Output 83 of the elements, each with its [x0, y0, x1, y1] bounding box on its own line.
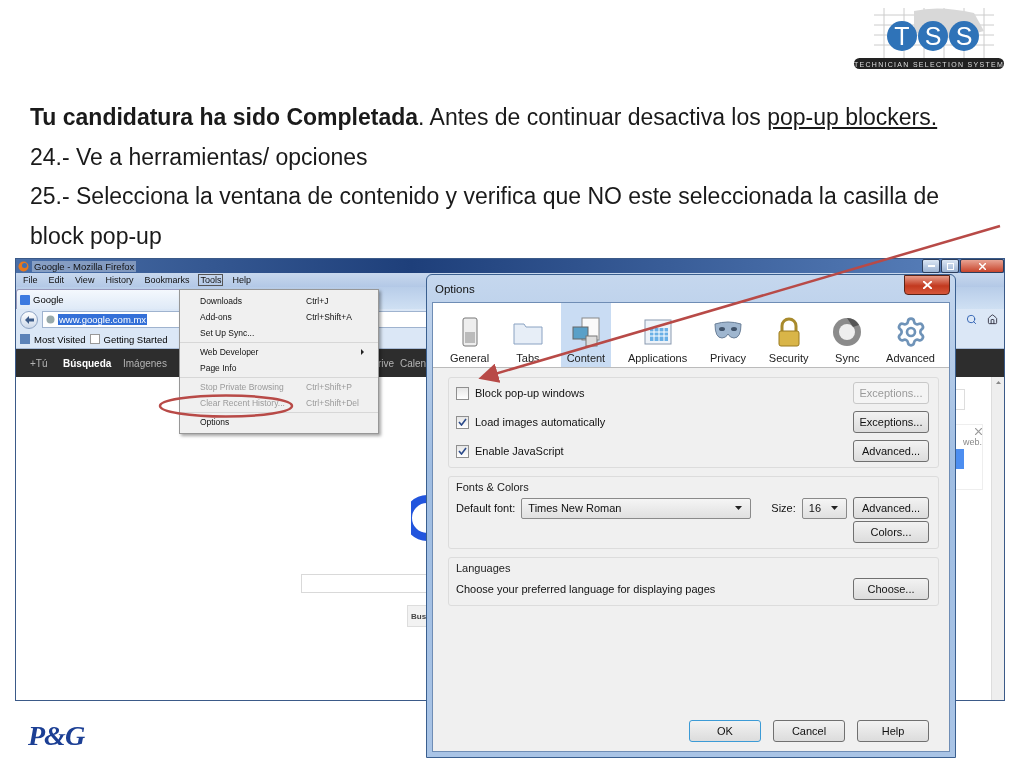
home-icon[interactable]: [987, 314, 998, 325]
maximize-icon: [946, 262, 954, 270]
preferences-tab[interactable]: Content: [560, 303, 612, 367]
dialog-button[interactable]: OK: [689, 720, 761, 742]
menu-entry[interactable]: Page Info: [180, 360, 378, 376]
preferences-tab[interactable]: Security: [762, 303, 815, 367]
checkbox-label: Block pop-up windows: [475, 387, 585, 399]
checkbox-label: Load images automatically: [475, 416, 606, 428]
bookmark-item[interactable]: Most Visited: [34, 333, 86, 345]
dialog-button[interactable]: Help: [857, 720, 929, 742]
caret-icon: [830, 506, 838, 510]
field-label: Default font:: [456, 502, 516, 514]
pictures-icon: [569, 316, 602, 348]
checkbox[interactable]: [456, 444, 469, 458]
preferences-tab[interactable]: General: [444, 303, 496, 367]
page-icon: [89, 334, 100, 344]
google-bar-link[interactable]: Calen: [400, 357, 427, 369]
close-icon: [978, 262, 986, 270]
dialog-title: Options: [434, 282, 475, 295]
company-logo: P&G: [28, 720, 85, 752]
back-button[interactable]: [20, 310, 38, 329]
close-button[interactable]: [960, 259, 1004, 273]
step-text: 24.- Ve a herramientas/ opciones: [30, 142, 369, 172]
google-bar-link[interactable]: Búsqueda: [63, 357, 112, 369]
minimize-icon: [927, 264, 935, 268]
app-icon: [18, 260, 29, 272]
preferences-tab[interactable]: Privacy: [704, 303, 753, 367]
check-icon: [458, 447, 467, 455]
search-button[interactable]: Bus: [407, 605, 427, 627]
size-dropdown[interactable]: 16: [801, 497, 847, 519]
back-arrow-icon: [24, 315, 34, 324]
close-button[interactable]: [904, 274, 950, 295]
preferences-tab[interactable]: Advanced: [880, 303, 941, 367]
sync-icon: [831, 316, 864, 348]
exceptions-button[interactable]: Advanced...: [853, 440, 929, 462]
menu-item[interactable]: Tools: [198, 274, 224, 286]
window-title: Google - Mozilla Firefox: [32, 260, 137, 272]
menu-entry[interactable]: Options: [180, 414, 378, 430]
notice-text: web.: [963, 437, 982, 447]
instruction-text: Tu candidatura ha sido Completada. Antes de continuar desactiva los pop-up blockers.: [30, 103, 939, 132]
menu-entry[interactable]: Add-ons Ctrl+Shift+A: [180, 309, 378, 325]
google-bar-link[interactable]: rive: [378, 357, 395, 369]
close-icon[interactable]: [975, 428, 982, 435]
bookmark-folder-icon: [20, 334, 30, 344]
scroll-up-icon: [995, 381, 1001, 384]
favicon-icon: [20, 294, 30, 305]
colors-button[interactable]: Colors...: [853, 521, 929, 543]
field-label: Size:: [771, 502, 796, 514]
close-icon: [922, 280, 932, 289]
exceptions-button[interactable]: Exceptions...: [853, 411, 929, 433]
step-text: 25.- Selecciona la ventana de contenido y verifica que NO este seleccionada la casilla de block pop-up: [30, 182, 941, 251]
choose-button[interactable]: Choose...: [853, 578, 929, 600]
preferences-tab[interactable]: Applications: [621, 303, 694, 367]
search-field[interactable]: [301, 574, 427, 593]
minimize-button[interactable]: [922, 259, 940, 273]
caret-icon: [735, 506, 743, 510]
menu-entry[interactable]: Web Developer: [180, 344, 378, 360]
group-title: Fonts & Colors: [456, 481, 530, 493]
scrollbar[interactable]: [991, 377, 1004, 700]
menu-item[interactable]: View: [73, 274, 97, 286]
dialog-button[interactable]: Cancel: [773, 720, 845, 742]
checkbox[interactable]: [456, 415, 469, 429]
menu-entry[interactable]: Set Up Sync...: [180, 325, 378, 341]
menu-item[interactable]: File: [21, 274, 40, 286]
search-icon[interactable]: [966, 314, 977, 325]
menu-item[interactable]: Bookmarks: [142, 274, 192, 286]
maximize-button[interactable]: [941, 259, 959, 273]
preferences-tab[interactable]: Sync: [825, 303, 870, 367]
checkbox-label: Enable JavaScript: [475, 445, 564, 457]
menu-item[interactable]: History: [103, 274, 136, 286]
popup-blockers-link[interactable]: pop-up blockers.: [767, 104, 938, 130]
languages-text: Choose your preferred language for displaying pages: [456, 583, 716, 595]
logo-fragment-icon: [411, 495, 427, 541]
google-bar-link[interactable]: +Tú: [30, 357, 48, 369]
menu-item[interactable]: Edit: [46, 274, 67, 286]
font-dropdown[interactable]: Times New Roman: [521, 497, 752, 519]
advanced-button[interactable]: Advanced...: [853, 497, 929, 519]
google-bar-link[interactable]: Imágenes: [123, 357, 167, 369]
bookmark-item[interactable]: Getting Started: [103, 333, 168, 345]
menu-item[interactable]: Help: [230, 274, 253, 286]
check-icon: [458, 418, 467, 426]
submenu-arrow-icon: [361, 349, 364, 355]
group-title: Languages: [456, 562, 512, 574]
